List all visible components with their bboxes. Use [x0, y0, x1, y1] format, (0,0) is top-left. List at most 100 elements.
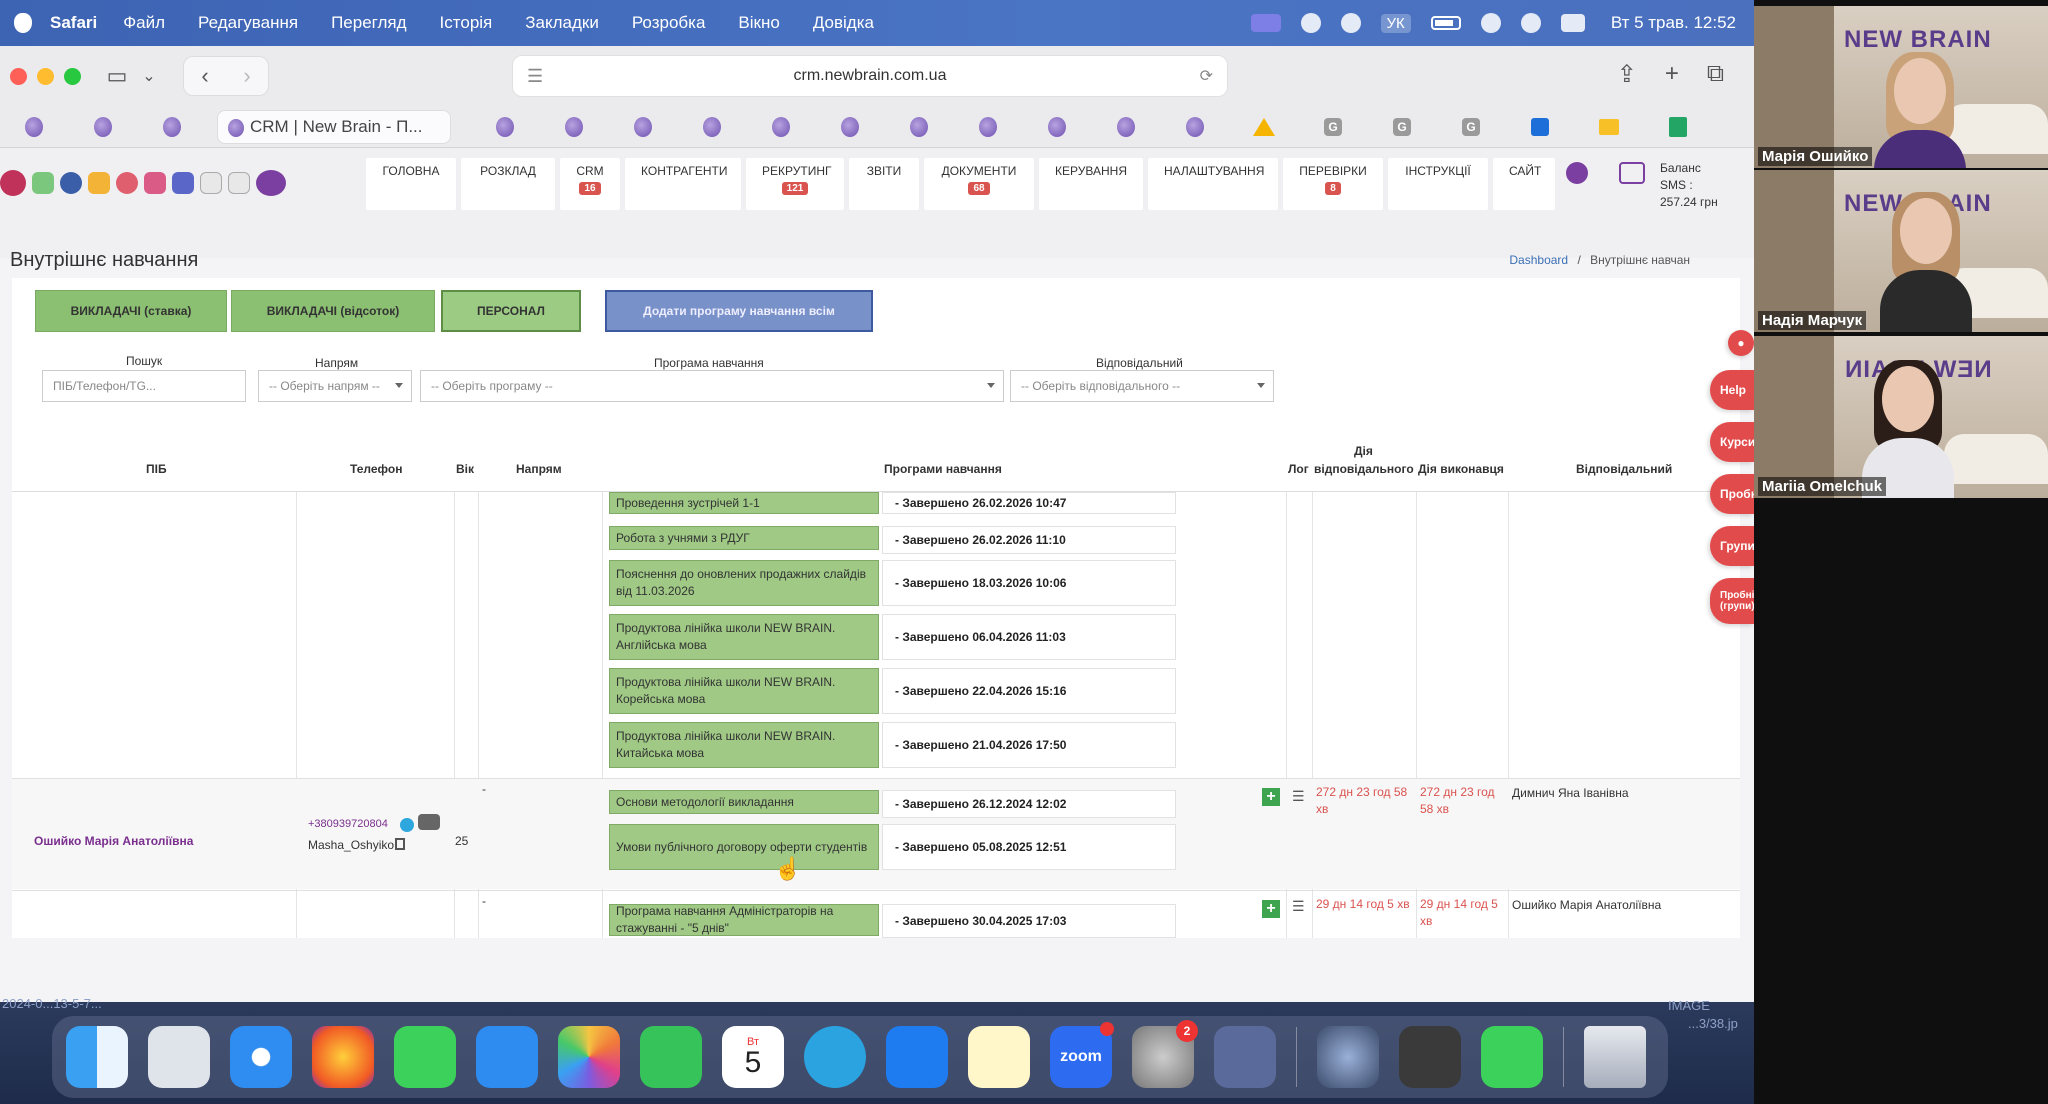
- tab-favicon[interactable]: [905, 113, 933, 141]
- iphone-mirroring-icon[interactable]: [1214, 1026, 1276, 1088]
- program-item[interactable]: Умови публічного договору оферти студент…: [609, 824, 879, 870]
- launchpad-icon[interactable]: [148, 1026, 210, 1088]
- menu-help[interactable]: Довідка: [813, 13, 874, 33]
- menu-edit[interactable]: Редагування: [198, 13, 298, 33]
- program-item[interactable]: Робота з учнями з РДУГ: [609, 526, 879, 550]
- tab-favicon[interactable]: [1250, 113, 1278, 141]
- viber-icon[interactable]: [418, 814, 440, 830]
- teachers-percent-button[interactable]: ВИКЛАДАЧІ (відсоток): [231, 290, 435, 332]
- photos-icon[interactable]: [558, 1026, 620, 1088]
- nav-home[interactable]: ГОЛОВНА: [366, 158, 456, 210]
- tab-favicon[interactable]: [1043, 113, 1071, 141]
- side-tab-trial-groups[interactable]: Пробні (групи): [1710, 578, 1754, 624]
- program-item[interactable]: Проведення зустрічей 1-1: [609, 492, 879, 514]
- clipboard-icon[interactable]: [228, 172, 250, 194]
- nav-contractors[interactable]: КОНТРАГЕНТИ: [625, 158, 741, 210]
- nav-recruiting[interactable]: РЕКРУТИНГ 121: [746, 158, 844, 210]
- back-arrow-icon[interactable]: ‹: [184, 57, 226, 95]
- program-item[interactable]: Продуктова лінійка школи NEW BRAIN. Англ…: [609, 614, 879, 660]
- tab-favicon[interactable]: [89, 113, 117, 141]
- tab-favicon[interactable]: [767, 113, 795, 141]
- sidebar-toggle-icon[interactable]: ▭: [103, 63, 131, 89]
- nav-crm[interactable]: CRM 16: [560, 158, 620, 210]
- tab-favicon[interactable]: [974, 113, 1002, 141]
- program-item[interactable]: Продуктова лінійка школи NEW BRAIN. Коре…: [609, 668, 879, 714]
- responsible-select[interactable]: -- Оберіть відповідального --: [1010, 370, 1274, 402]
- side-tab-courses[interactable]: Курси: [1710, 422, 1754, 462]
- tab-favicon[interactable]: [560, 113, 588, 141]
- nav-documents[interactable]: ДОКУМЕНТИ 68: [924, 158, 1034, 210]
- menu-bookmarks[interactable]: Закладки: [525, 13, 599, 33]
- apple-icon[interactable]: [14, 13, 32, 33]
- close-window-button[interactable]: [10, 67, 27, 85]
- menu-develop[interactable]: Розробка: [632, 13, 706, 33]
- tab-favicon[interactable]: [491, 113, 519, 141]
- folder-icon[interactable]: [88, 172, 110, 194]
- copy-icon[interactable]: [395, 838, 405, 850]
- spotlight-search-icon[interactable]: [1520, 13, 1541, 33]
- phone-icon[interactable]: [1481, 1026, 1543, 1088]
- program-item[interactable]: Продуктова лінійка школи NEW BRAIN. Кита…: [609, 722, 879, 768]
- program-item[interactable]: Пояснення до оновлених продажних слайдів…: [609, 560, 879, 606]
- breadcrumb-dashboard-link[interactable]: Dashboard: [1509, 253, 1568, 267]
- side-tab-trials[interactable]: Пробні: [1710, 474, 1754, 514]
- menu-view[interactable]: Перегляд: [331, 13, 406, 33]
- side-tab-groups[interactable]: Групи: [1710, 526, 1754, 566]
- calculator-icon[interactable]: [1399, 1026, 1461, 1088]
- app-icon[interactable]: [1317, 1026, 1379, 1088]
- tab-favicon[interactable]: [1664, 113, 1692, 141]
- tab-favicon[interactable]: G: [1457, 113, 1485, 141]
- battery-icon[interactable]: [1430, 16, 1461, 30]
- new-tab-icon[interactable]: +: [1665, 60, 1679, 89]
- telegram-icon[interactable]: [400, 818, 414, 832]
- tab-favicon[interactable]: [836, 113, 864, 141]
- participant-video[interactable]: NEW BRAIN Надія Марчук: [1754, 170, 2048, 332]
- menu-app-name[interactable]: Safari: [50, 13, 97, 33]
- nav-schedule[interactable]: РОЗКЛАД: [461, 158, 555, 210]
- tab-favicon[interactable]: [1526, 113, 1554, 141]
- tab-favicon[interactable]: [698, 113, 726, 141]
- program-select[interactable]: -- Оберіть програму --: [420, 370, 1004, 402]
- tab-favicon[interactable]: G: [1388, 113, 1416, 141]
- tab-favicon[interactable]: [1181, 113, 1209, 141]
- notes-icon[interactable]: [968, 1026, 1030, 1088]
- nav-management[interactable]: КЕРУВАННЯ: [1039, 158, 1143, 210]
- side-tab-help[interactable]: Help: [1710, 370, 1754, 410]
- screen-share-icon[interactable]: [1250, 14, 1281, 32]
- creative-cloud-icon[interactable]: [1340, 13, 1361, 33]
- message-icon[interactable]: [1619, 162, 1645, 184]
- program-item[interactable]: Програма навчання Адміністраторів на ста…: [609, 904, 879, 936]
- fullscreen-window-button[interactable]: [64, 67, 81, 85]
- log-list-icon[interactable]: ☰: [1292, 788, 1305, 805]
- page-settings-icon[interactable]: ☰: [527, 66, 543, 87]
- tab-favicon[interactable]: [20, 113, 48, 141]
- book-icon[interactable]: [144, 172, 166, 194]
- chat-notification-icon[interactable]: [0, 170, 26, 196]
- add-program-to-all-button[interactable]: Додати програму навчання всім: [605, 290, 873, 332]
- safari-icon[interactable]: [230, 1026, 292, 1088]
- forward-arrow-icon[interactable]: ›: [226, 57, 268, 95]
- staff-button[interactable]: ПЕРСОНАЛ: [441, 290, 581, 332]
- firefox-icon[interactable]: [312, 1026, 374, 1088]
- employee-name-link[interactable]: Ошийко Марія Анатоліївна: [34, 834, 193, 848]
- telegram-icon[interactable]: [804, 1026, 866, 1088]
- add-program-button[interactable]: +: [1262, 900, 1280, 918]
- trash-icon[interactable]: [1584, 1026, 1646, 1088]
- address-bar[interactable]: ☰ crm.newbrain.com.ua ⟳: [512, 55, 1228, 97]
- mail-icon[interactable]: [476, 1026, 538, 1088]
- menu-history[interactable]: Історія: [440, 13, 493, 33]
- participant-video[interactable]: NEW BRAIN Марія Ошийко: [1754, 6, 2048, 168]
- nav-checks[interactable]: ПЕРЕВІРКИ 8: [1283, 158, 1383, 210]
- app-icon[interactable]: [116, 172, 138, 194]
- teachers-rate-button[interactable]: ВИКЛАДАЧІ (ставка): [35, 290, 227, 332]
- zoom-status-icon[interactable]: [1300, 13, 1321, 33]
- chevron-down-icon[interactable]: ⌄: [135, 66, 163, 86]
- participant-video[interactable]: NEW BRAIN Mariia Omelchuk: [1754, 336, 2048, 498]
- employee-phone-link[interactable]: +380939720804: [308, 818, 388, 830]
- translate-reload-icon[interactable]: ⟳: [1200, 66, 1213, 86]
- nav-reports[interactable]: ЗВІТИ: [849, 158, 919, 210]
- nav-instructions[interactable]: ІНСТРУКЦІЇ: [1388, 158, 1488, 210]
- active-tab[interactable]: CRM | New Brain - П...: [217, 109, 451, 144]
- tab-favicon[interactable]: [1112, 113, 1140, 141]
- nav-site[interactable]: САЙТ: [1493, 158, 1555, 210]
